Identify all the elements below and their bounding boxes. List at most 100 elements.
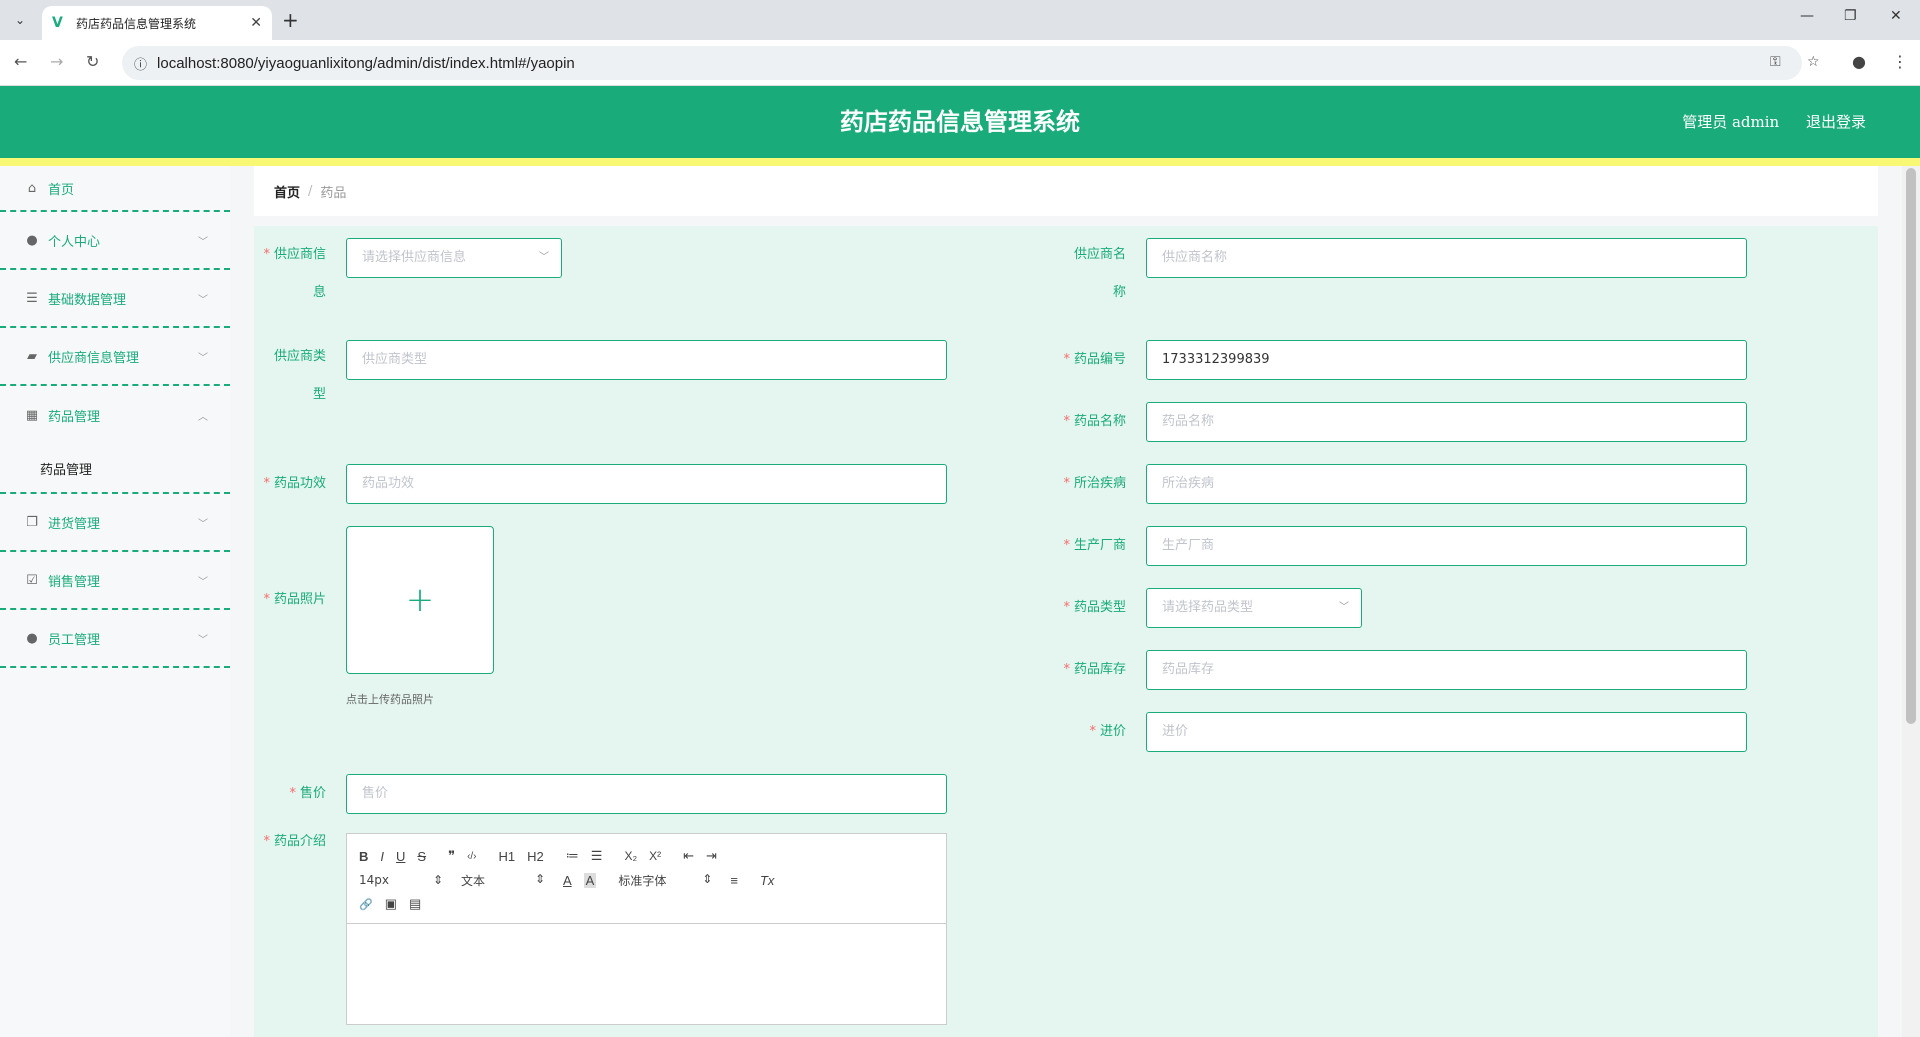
menu-dots-icon[interactable]: ⋮ xyxy=(1892,52,1908,71)
manufacturer-label: * 生产厂商 xyxy=(1063,538,1126,553)
url-text: localhost:8080/yiyaoguanlixitong/admin/d… xyxy=(157,54,575,72)
stock-input[interactable]: 药品库存 xyxy=(1146,650,1747,690)
breadcrumb-home[interactable]: 首页 xyxy=(274,182,300,201)
sidebar-item-purchase[interactable]: ❐ 进货管理 ﹀ xyxy=(0,494,230,552)
supplier-name-input[interactable]: 供应商名称 xyxy=(1146,238,1747,278)
drug-form: * 供应商信 息 请选择供应商信息 ﹀ 供应商名 称 供应商名称 供应商类 型 供… xyxy=(254,226,1878,1037)
briefcase-icon: ▰ xyxy=(27,348,37,364)
supplier-info-select[interactable]: 请选择供应商信息 ﹀ xyxy=(346,238,562,278)
bold-button[interactable]: B xyxy=(359,849,368,864)
sidebar-item-personal[interactable]: ● 个人中心 ﹀ xyxy=(0,212,230,270)
browser-tab-title: 药店药品信息管理系统 xyxy=(76,16,197,31)
scrollbar-thumb[interactable] xyxy=(1906,168,1916,724)
new-tab-icon[interactable]: + xyxy=(282,8,299,32)
clear-format-button[interactable]: Tx xyxy=(760,873,774,888)
purchase-price-input[interactable]: 进价 xyxy=(1146,712,1747,752)
app-header: 药店药品信息管理系统 管理员 admin 退出登录 xyxy=(0,86,1920,158)
text-style-select[interactable]: 文本 ⇕ xyxy=(461,872,545,889)
sidebar-item-staff[interactable]: ● 员工管理 ﹀ xyxy=(0,610,230,668)
code-block-button[interactable]: ‹/› xyxy=(467,851,476,862)
text-color-button[interactable]: A xyxy=(563,873,572,888)
chevron-down-icon: ﹀ xyxy=(198,294,208,306)
sidebar-item-home[interactable]: ⌂ 首页 xyxy=(0,166,230,212)
minimize-icon[interactable]: — xyxy=(1800,8,1814,24)
chevron-down-icon: ﹀ xyxy=(198,352,208,364)
drug-effect-label: * 药品功效 xyxy=(263,476,326,491)
supplier-type-input[interactable]: 供应商类型 xyxy=(346,340,947,380)
drug-name-input[interactable]: 药品名称 xyxy=(1146,402,1747,442)
sidebar-item-label: 首页 xyxy=(48,182,75,198)
drug-type-label: * 药品类型 xyxy=(1063,600,1126,615)
drug-type-select[interactable]: 请选择药品类型 ﹀ xyxy=(1146,588,1362,628)
background-color-button[interactable]: A xyxy=(583,872,597,888)
align-button[interactable]: ≡ xyxy=(730,873,738,888)
reload-icon[interactable]: ↻ xyxy=(86,52,99,71)
drug-code-input[interactable]: 1733312399839 xyxy=(1146,340,1747,380)
rich-text-editor: B I U S ❞ ‹/› H1 H2 ≔ ☰ X₂ X² ⇤ ⇥ 14px⇕ xyxy=(346,833,947,1025)
link-icon[interactable]: 🔗 xyxy=(359,898,373,911)
restore-icon[interactable]: ❐ xyxy=(1844,8,1857,24)
sidebar: ⌂ 首页 ● 个人中心 ﹀ ☰ 基础数据管理 ﹀ ▰ 供应商信息管理 ﹀ ▦ 药… xyxy=(0,166,230,1037)
sidebar-item-label: 供应商信息管理 xyxy=(48,350,140,366)
manufacturer-input[interactable]: 生产厂商 xyxy=(1146,526,1747,566)
font-size-select[interactable]: 14px ⇕ xyxy=(359,873,443,887)
browser-tabbar: ⌄ V 药店药品信息管理系统 ✕ + — ❐ ✕ xyxy=(0,0,1920,40)
header1-button[interactable]: H1 xyxy=(499,849,516,864)
sidebar-subitem-drug-management[interactable]: 药品管理 xyxy=(0,444,230,494)
purchase-price-label: * 进价 xyxy=(1089,724,1126,739)
bullet-list-button[interactable]: ☰ xyxy=(591,848,603,864)
list-icon: ☰ xyxy=(26,290,38,306)
header2-button[interactable]: H2 xyxy=(527,849,544,864)
sale-price-input[interactable]: 售价 xyxy=(346,774,947,814)
url-bar[interactable]: ⓘ localhost:8080/yiyaoguanlixitong/admin… xyxy=(122,46,1820,80)
select-arrow-icon: ⇕ xyxy=(534,871,545,886)
back-icon[interactable]: ← xyxy=(14,52,27,71)
drug-code-label: * 药品编号 xyxy=(1063,352,1126,367)
logout-button[interactable]: 退出登录 xyxy=(1806,113,1866,131)
supplier-name-label: 供应商名 称 xyxy=(1073,247,1126,300)
stock-label: * 药品库存 xyxy=(1063,662,1126,677)
strike-button[interactable]: S xyxy=(417,849,426,864)
chevron-up-icon: ︿ xyxy=(198,411,208,423)
outdent-button[interactable]: ⇤ xyxy=(683,848,694,864)
key-icon[interactable]: ⚿ xyxy=(1770,54,1781,70)
sale-price-label: * 售价 xyxy=(289,786,326,801)
sidebar-item-supplier[interactable]: ▰ 供应商信息管理 ﹀ xyxy=(0,328,230,386)
home-icon: ⌂ xyxy=(27,180,37,196)
close-tab-icon[interactable]: ✕ xyxy=(250,15,262,31)
italic-button[interactable]: I xyxy=(380,849,384,864)
bookmark-star-icon[interactable]: ☆ xyxy=(1807,54,1820,70)
drug-photo-label: * 药品照片 xyxy=(263,592,326,607)
underline-button[interactable]: U xyxy=(396,849,405,864)
video-icon[interactable]: ▤ xyxy=(409,896,421,912)
sidebar-item-label: 个人中心 xyxy=(48,234,101,250)
superscript-button[interactable]: X² xyxy=(649,849,661,863)
page-scrollbar[interactable] xyxy=(1902,166,1920,1037)
blockquote-button[interactable]: ❞ xyxy=(448,848,455,864)
chevron-down-icon: ﹀ xyxy=(198,518,208,530)
drug-name-label: * 药品名称 xyxy=(1063,414,1126,429)
indent-button[interactable]: ⇥ xyxy=(706,848,717,864)
ordered-list-button[interactable]: ≔ xyxy=(566,848,579,864)
profile-icon[interactable]: ● xyxy=(1852,52,1866,71)
browser-tab[interactable]: V 药店药品信息管理系统 ✕ xyxy=(42,6,272,40)
forward-icon[interactable]: → xyxy=(50,52,63,71)
subscript-button[interactable]: X₂ xyxy=(624,849,637,863)
site-info-icon[interactable]: ⓘ xyxy=(134,54,147,73)
sidebar-item-drug[interactable]: ▦ 药品管理 ︿ xyxy=(0,386,230,444)
image-icon[interactable]: ▣ xyxy=(385,896,397,912)
tab-search-icon[interactable]: ⌄ xyxy=(8,8,32,32)
drug-effect-input[interactable]: 药品功效 xyxy=(346,464,947,504)
disease-input[interactable]: 所治疾病 xyxy=(1146,464,1747,504)
select-arrow-icon: ⇕ xyxy=(432,873,443,887)
editor-content-area[interactable] xyxy=(347,924,946,1024)
sidebar-item-sales[interactable]: ☑ 销售管理 ﹀ xyxy=(0,552,230,610)
sidebar-item-label: 进货管理 xyxy=(48,516,101,532)
plus-icon: + xyxy=(405,580,435,620)
drug-photo-upload[interactable]: + xyxy=(346,526,494,674)
sidebar-item-basic-data[interactable]: ☰ 基础数据管理 ﹀ xyxy=(0,270,230,328)
vue-favicon-icon: V xyxy=(52,15,63,31)
font-family-select[interactable]: 标准字体 ⇕ xyxy=(618,872,712,889)
chevron-down-icon: ﹀ xyxy=(1339,602,1349,613)
close-window-icon[interactable]: ✕ xyxy=(1890,8,1902,24)
